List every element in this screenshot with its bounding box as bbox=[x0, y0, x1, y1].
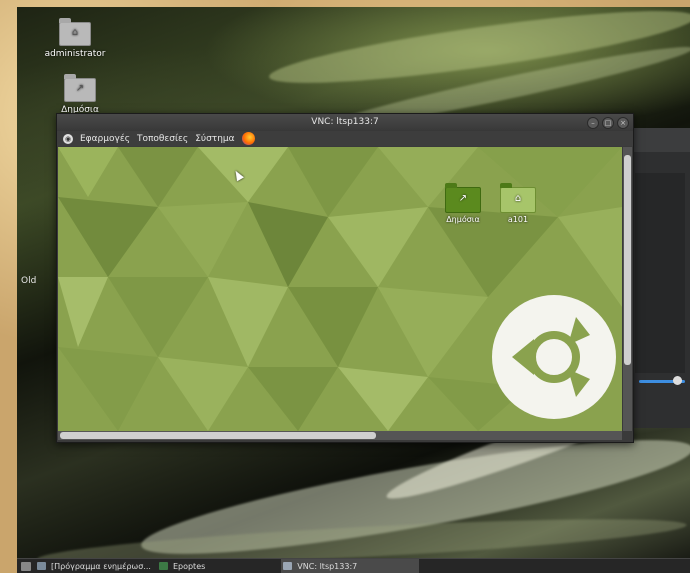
home-folder-icon: ⌂ bbox=[500, 183, 536, 213]
update-icon bbox=[37, 562, 46, 570]
minimize-button[interactable]: – bbox=[587, 117, 599, 129]
horizontal-scroll-thumb[interactable] bbox=[60, 432, 376, 439]
slider-knob[interactable] bbox=[673, 376, 682, 385]
show-desktop-icon[interactable] bbox=[21, 561, 31, 571]
remote-desktop[interactable]: ↗ Δημόσια ⌂ a101 bbox=[58, 147, 622, 431]
remote-menubar: ◉ Εφαρμογές Τοποθεσίες Σύστημα bbox=[57, 131, 633, 146]
remote-icon-shared[interactable]: ↗ Δημόσια bbox=[440, 183, 486, 224]
vnc-icon bbox=[283, 562, 293, 570]
background-window-panel bbox=[635, 173, 685, 373]
window-controls: – □ × bbox=[587, 117, 629, 129]
close-button[interactable]: × bbox=[617, 117, 629, 129]
home-folder-icon: ⌂ bbox=[59, 18, 91, 46]
maximize-button[interactable]: □ bbox=[602, 117, 614, 129]
menu-applications[interactable]: Εφαρμογές bbox=[80, 134, 130, 144]
window-title: VNC: ltsp133:7 bbox=[311, 117, 379, 127]
menu-system[interactable]: Σύστημα bbox=[195, 134, 234, 144]
shared-folder-icon: ↗ bbox=[64, 74, 96, 102]
taskbar: [Πρόγραμμα ενημέρωσ... Epoptes VNC: ltsp… bbox=[17, 558, 690, 573]
menu-places[interactable]: Τοποθεσίες bbox=[137, 134, 188, 144]
taskbar-item-label: Epoptes bbox=[172, 561, 206, 571]
taskbar-item-label: VNC: ltsp133:7 bbox=[297, 561, 358, 571]
vnc-titlebar[interactable]: VNC: ltsp133:7 – □ × bbox=[57, 114, 633, 131]
firefox-icon[interactable] bbox=[241, 132, 255, 145]
menu-logo-icon[interactable]: ◉ bbox=[63, 133, 73, 144]
vertical-scroll-thumb[interactable] bbox=[624, 155, 631, 365]
desktop-icon-administrator[interactable]: ⌂ administrator bbox=[35, 18, 115, 59]
horizontal-scrollbar[interactable] bbox=[58, 431, 622, 440]
epoptes-icon bbox=[158, 562, 168, 570]
background-window[interactable] bbox=[628, 128, 690, 428]
remote-icon-a101[interactable]: ⌂ a101 bbox=[498, 183, 538, 224]
desktop-side-label: Old bbox=[21, 276, 37, 286]
background-window-titlebar[interactable] bbox=[629, 128, 690, 152]
vertical-scrollbar[interactable] bbox=[623, 147, 632, 431]
taskbar-item-update[interactable]: [Πρόγραμμα ενημέρωσ... bbox=[35, 559, 157, 573]
remote-icon-label: Δημόσια bbox=[446, 215, 480, 224]
taskbar-item-vnc[interactable]: VNC: ltsp133:7 bbox=[281, 559, 420, 573]
taskbar-item-label: [Πρόγραμμα ενημέρωσ... bbox=[51, 561, 151, 571]
taskbar-item-epoptes[interactable]: Epoptes bbox=[157, 559, 211, 573]
desktop-icon-shared[interactable]: ↗ Δημόσια bbox=[40, 74, 120, 115]
desktop-icon-label: administrator bbox=[44, 49, 106, 59]
vnc-window[interactable]: VNC: ltsp133:7 – □ × ◉ Εφαρμογές Τοποθεσ… bbox=[56, 113, 634, 443]
shared-folder-icon: ↗ bbox=[445, 183, 481, 213]
remote-icon-label: a101 bbox=[507, 215, 529, 224]
